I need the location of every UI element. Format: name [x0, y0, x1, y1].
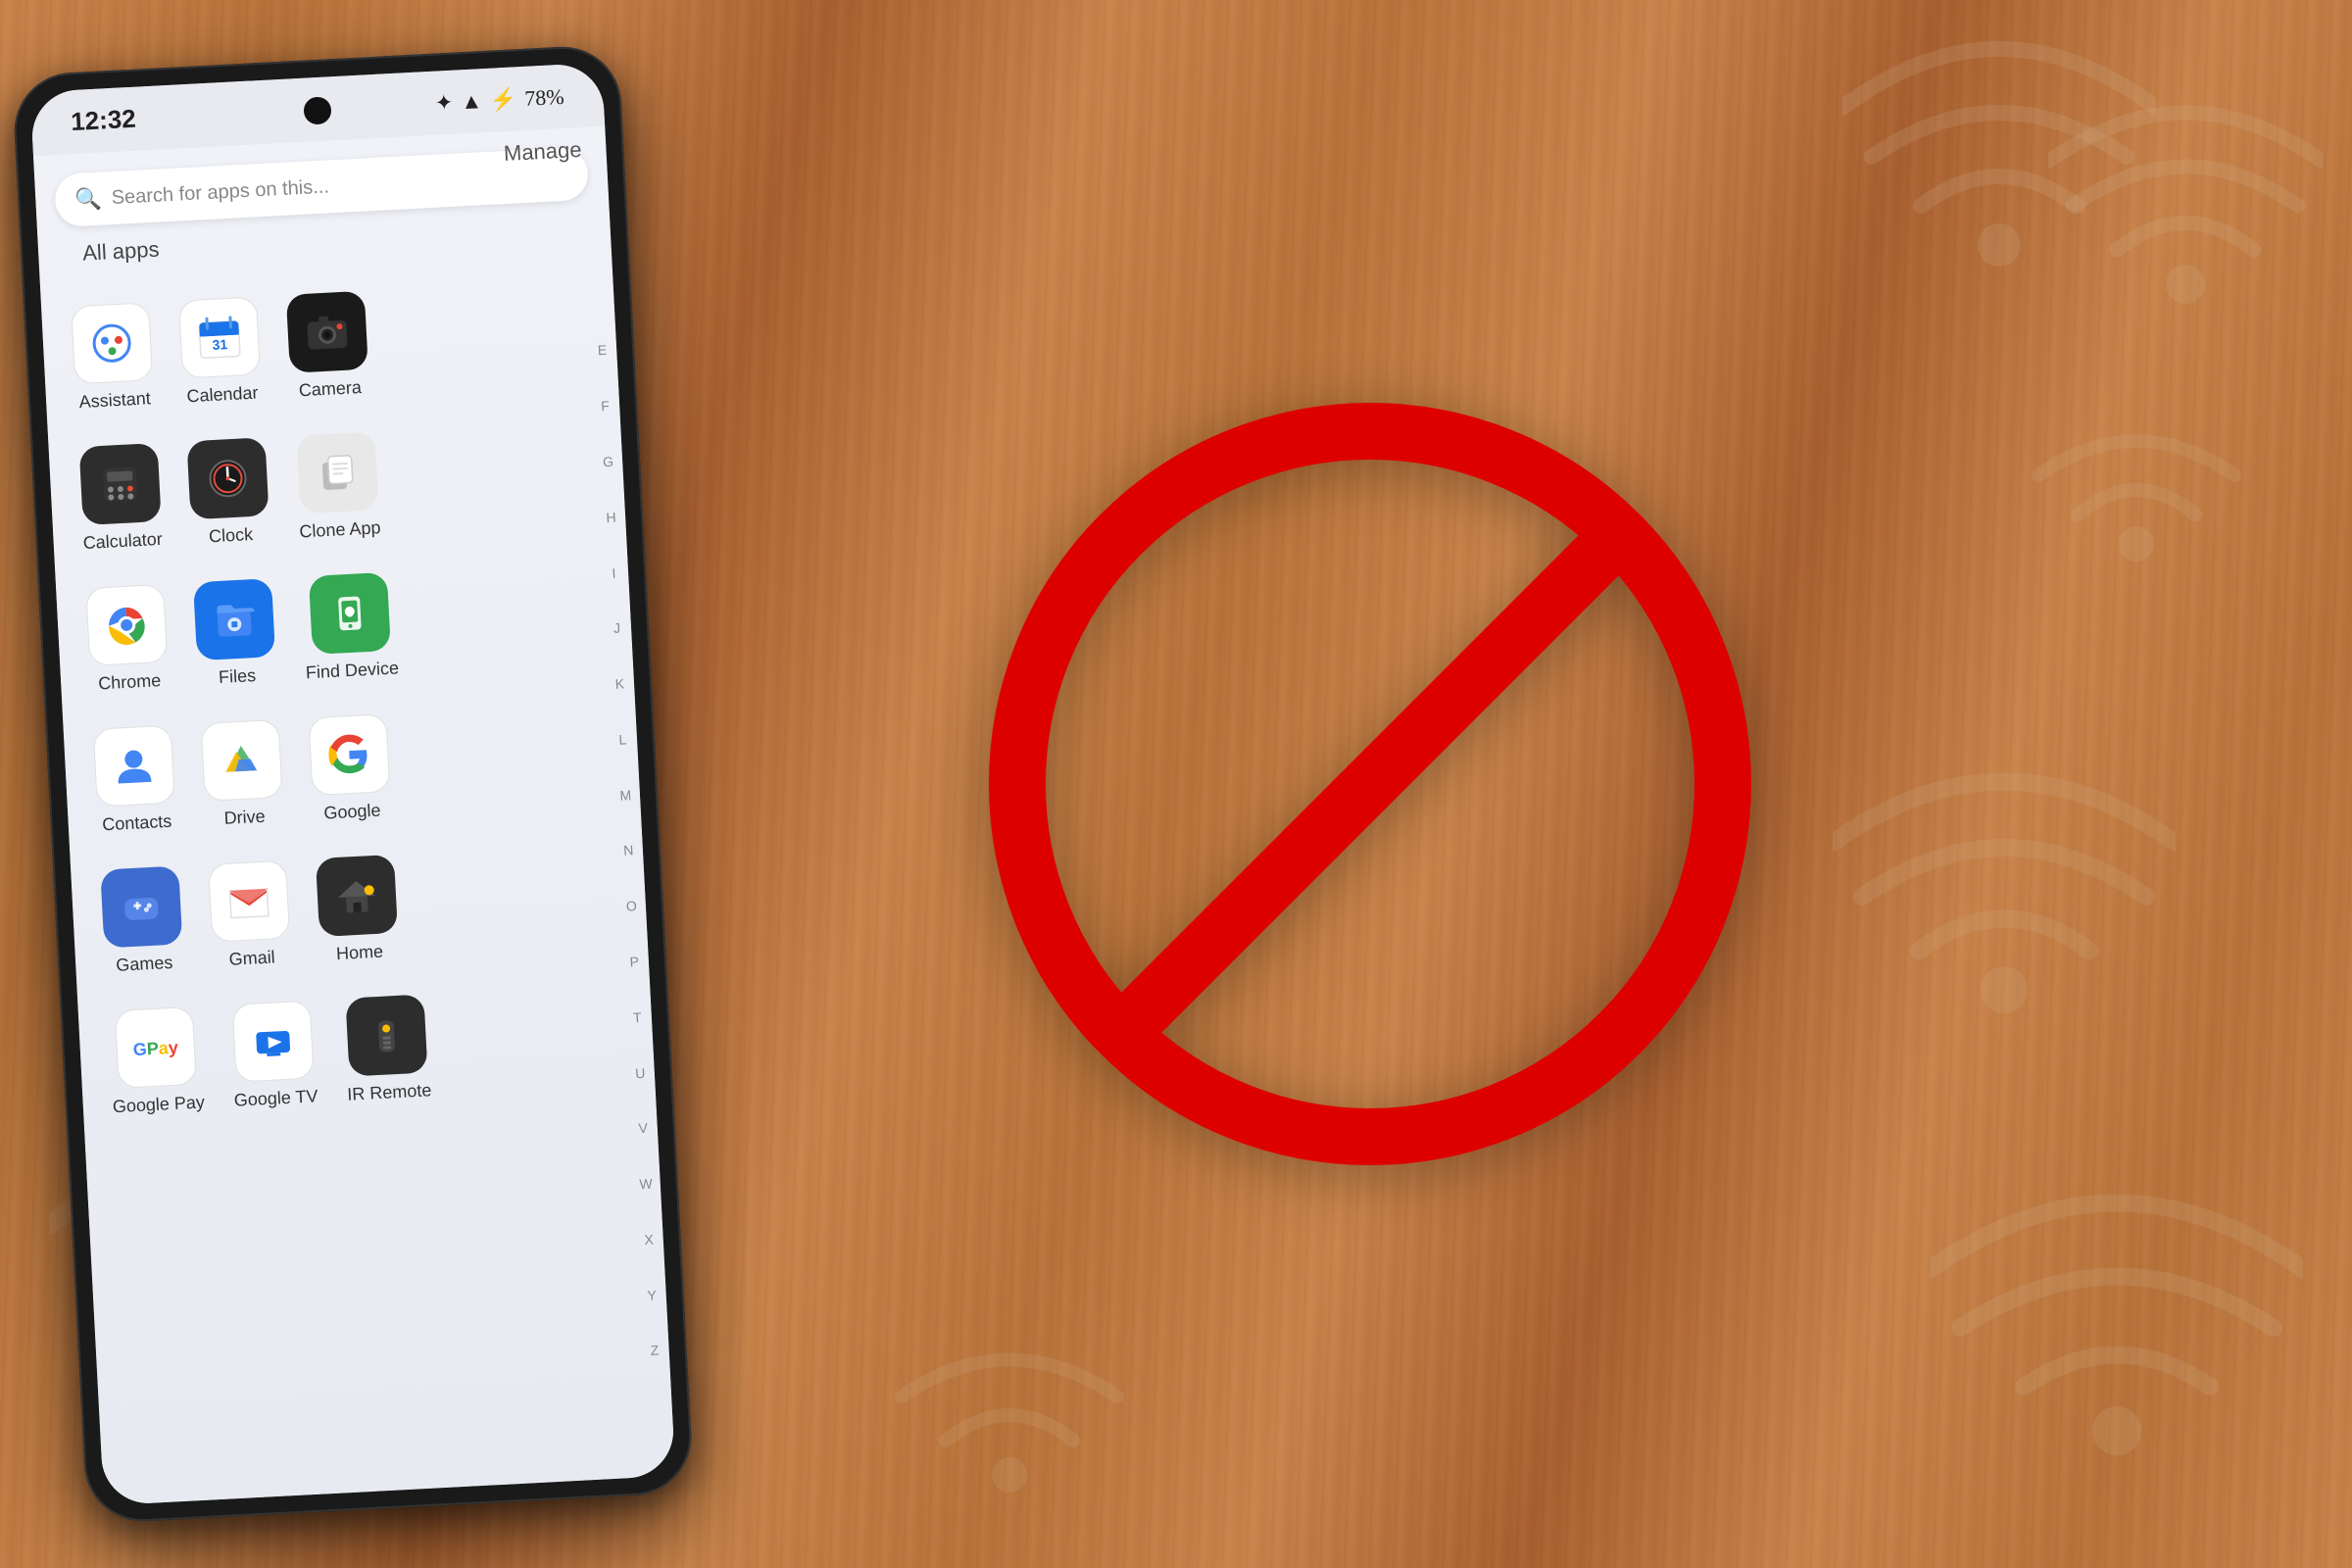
app-item-calculator[interactable]: Calculator	[68, 427, 173, 568]
app-label-google: Google	[323, 801, 381, 824]
bg-signal-8	[1931, 1156, 2303, 1490]
app-row-5: Games Gmail	[89, 827, 634, 992]
status-icons: ✦ ▲ ⚡ 78%	[434, 83, 564, 116]
finddevice-icon-svg	[323, 588, 375, 640]
app-item-gtv[interactable]: Google TV	[219, 985, 329, 1126]
app-item-google[interactable]: Google	[298, 699, 403, 840]
app-label-irremote: IR Remote	[347, 1080, 432, 1104]
chrome-icon-svg	[101, 600, 153, 652]
bg-signal-9	[882, 1284, 1137, 1519]
files-icon-svg	[209, 594, 261, 646]
clone-icon-svg	[312, 447, 364, 499]
app-label-gtv: Google TV	[233, 1086, 318, 1110]
app-drawer[interactable]: 🔍 Search for apps on this... All apps Ma…	[33, 126, 675, 1506]
app-row-2: Calculator	[68, 405, 612, 569]
app-label-clone: Clone App	[299, 517, 381, 542]
app-item-drive[interactable]: Drive	[190, 704, 295, 845]
phone-device: 12:32 ✦ ▲ ⚡ 78% 🔍 Search for apps on thi…	[12, 44, 695, 1524]
app-item-gpay[interactable]: GPay Google Pay	[97, 991, 216, 1133]
app-item-files[interactable]: Files	[182, 564, 287, 705]
phone-screen: 12:32 ✦ ▲ ⚡ 78% 🔍 Search for apps on thi…	[30, 63, 676, 1506]
app-row-4: Contacts Drive	[82, 687, 627, 852]
all-apps-label: All apps	[57, 230, 185, 282]
app-label-camera: Camera	[298, 377, 362, 401]
gmail-icon-svg	[223, 875, 275, 927]
app-label-calendar: Calendar	[186, 383, 259, 408]
google-icon-svg	[323, 729, 375, 781]
bg-signal-6	[1833, 735, 2176, 1049]
games-icon-svg	[116, 881, 168, 933]
app-item-contacts[interactable]: Contacts	[82, 710, 187, 851]
app-item-assistant[interactable]: Assistant	[60, 287, 165, 428]
app-label-chrome: Chrome	[98, 670, 162, 694]
app-item-camera[interactable]: Camera	[275, 275, 380, 416]
app-row-1: Assistant 31	[60, 264, 605, 428]
camera-icon-svg	[302, 306, 354, 358]
app-row-6: GPay Google Pay	[97, 968, 642, 1133]
app-label-home: Home	[335, 942, 383, 964]
app-item-home[interactable]: Home	[305, 839, 410, 980]
app-item-gmail[interactable]: Gmail	[197, 845, 302, 986]
phone-body: 12:32 ✦ ▲ ⚡ 78% 🔍 Search for apps on thi…	[12, 44, 695, 1524]
clock-icon-svg	[202, 453, 254, 505]
app-item-chrome[interactable]: Chrome	[74, 568, 179, 710]
app-label-calculator: Calculator	[82, 529, 163, 554]
app-item-games[interactable]: Games	[89, 851, 194, 992]
contacts-icon-svg	[108, 740, 160, 792]
assistant-icon	[86, 318, 138, 369]
calendar-icon: 31	[193, 311, 247, 365]
app-label-contacts: Contacts	[102, 811, 172, 836]
app-item-clock[interactable]: Clock	[176, 422, 281, 564]
app-label-clock: Clock	[209, 524, 254, 547]
app-item-clone[interactable]: Clone App	[284, 416, 392, 558]
search-placeholder: Search for apps on this...	[111, 175, 329, 210]
search-icon: 🔍	[74, 186, 103, 213]
prohibition-sign	[988, 402, 1752, 1166]
prohibition-svg	[988, 402, 1752, 1166]
app-label-assistant: Assistant	[78, 388, 151, 413]
drive-icon-svg	[216, 735, 268, 787]
bluetooth-icon: ✦	[434, 89, 454, 116]
manage-button[interactable]: Manage	[503, 137, 582, 167]
app-label-gmail: Gmail	[228, 947, 275, 969]
wifi-icon: ▲	[461, 88, 483, 115]
status-time: 12:32	[70, 104, 136, 137]
app-label-gpay: Google Pay	[112, 1092, 205, 1117]
bg-signal-5	[2019, 372, 2254, 588]
app-item-irremote[interactable]: IR Remote	[331, 979, 442, 1120]
battery-level: 78%	[524, 83, 565, 111]
app-label-drive: Drive	[223, 807, 266, 829]
app-label-files: Files	[219, 665, 257, 688]
gpay-icon-svg: GPay	[130, 1022, 182, 1074]
svg-text:GPay: GPay	[132, 1038, 178, 1059]
battery-charging-icon: ⚡	[489, 86, 517, 113]
app-row-3: Chrome Files	[74, 546, 619, 710]
app-label-games: Games	[116, 953, 173, 976]
home-icon-svg	[331, 870, 383, 922]
app-item-calendar[interactable]: 31 Calendar	[168, 281, 272, 422]
irremote-icon-svg	[361, 1009, 413, 1061]
gtv-icon-svg	[247, 1015, 299, 1067]
app-item-finddevice[interactable]: Find Device	[290, 557, 410, 699]
app-label-finddevice: Find Device	[305, 658, 399, 683]
svg-text:31: 31	[212, 336, 228, 353]
bg-signal-4	[2048, 78, 2323, 333]
calculator-icon-svg	[94, 459, 146, 511]
